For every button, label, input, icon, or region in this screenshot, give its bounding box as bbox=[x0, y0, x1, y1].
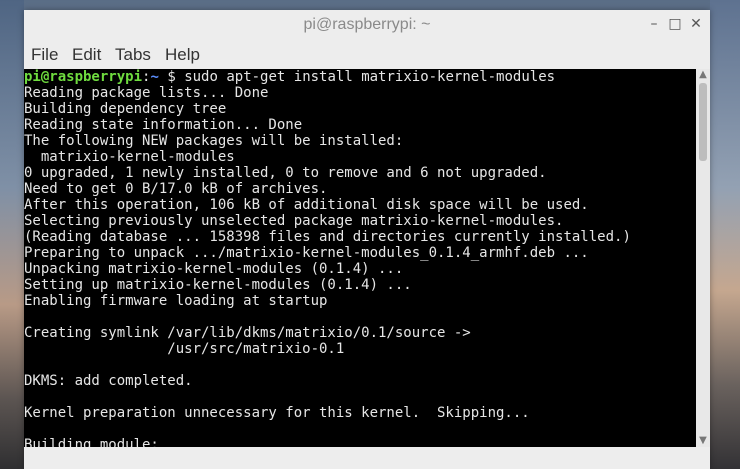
output-line: /usr/src/matrixio-0.1 bbox=[24, 341, 345, 357]
output-line: Building module: bbox=[24, 437, 159, 447]
minimize-icon[interactable]: – bbox=[646, 16, 662, 32]
output-line: Reading package lists... Done bbox=[24, 85, 269, 101]
window-title: pi@raspberrypi: ~ bbox=[303, 16, 431, 33]
menu-help[interactable]: Help bbox=[165, 45, 200, 65]
command-text: sudo apt-get install matrixio-kernel-mod… bbox=[184, 69, 556, 85]
prompt-user: pi@raspberrypi bbox=[24, 69, 143, 85]
desktop-background-right bbox=[710, 0, 740, 469]
output-line: DKMS: add completed. bbox=[24, 373, 193, 389]
output-line: Selecting previously unselected package … bbox=[24, 213, 564, 229]
prompt-symbol: $ bbox=[158, 69, 185, 85]
output-line: Unpacking matrixio-kernel-modules (0.1.4… bbox=[24, 261, 404, 277]
desktop-background-left bbox=[0, 0, 24, 469]
scrollbar-thumb[interactable] bbox=[699, 83, 707, 161]
output-line: Preparing to unpack .../matrixio-kernel-… bbox=[24, 245, 589, 261]
output-line: (Reading database ... 158398 files and d… bbox=[24, 229, 631, 245]
prompt-path: ~ bbox=[150, 69, 159, 85]
menu-bar: File Edit Tabs Help bbox=[24, 40, 710, 69]
menu-tabs[interactable]: Tabs bbox=[115, 45, 151, 65]
scroll-down-icon[interactable]: ▼ bbox=[696, 435, 710, 447]
title-bar[interactable]: pi@raspberrypi: ~ – □ ✕ bbox=[24, 10, 710, 40]
output-line: Building dependency tree bbox=[24, 101, 227, 117]
output-line: Enabling firmware loading at startup bbox=[24, 293, 328, 309]
output-line: Kernel preparation unnecessary for this … bbox=[24, 405, 530, 421]
command-line: pi@raspberrypi:~ $ sudo apt-get install … bbox=[24, 69, 555, 85]
output-line: After this operation, 106 kB of addition… bbox=[24, 197, 589, 213]
output-line: 0 upgraded, 1 newly installed, 0 to remo… bbox=[24, 165, 547, 181]
output-line: The following NEW packages will be insta… bbox=[24, 133, 404, 149]
output-line: matrixio-kernel-modules bbox=[24, 149, 235, 165]
output-line: Reading state information... Done bbox=[24, 117, 303, 133]
output-line: Creating symlink /var/lib/dkms/matrixio/… bbox=[24, 325, 471, 341]
terminal-window: pi@raspberrypi: ~ – □ ✕ File Edit Tabs H… bbox=[24, 10, 710, 469]
maximize-icon[interactable]: □ bbox=[667, 16, 683, 32]
terminal-output[interactable]: pi@raspberrypi:~ $ sudo apt-get install … bbox=[24, 69, 696, 447]
output-line: Need to get 0 B/17.0 kB of archives. bbox=[24, 181, 328, 197]
output-line: Setting up matrixio-kernel-modules (0.1.… bbox=[24, 277, 412, 293]
scroll-up-icon[interactable]: ▲ bbox=[696, 69, 710, 81]
close-icon[interactable]: ✕ bbox=[688, 16, 704, 32]
vertical-scrollbar[interactable]: ▲ ▼ bbox=[696, 69, 710, 447]
menu-edit[interactable]: Edit bbox=[72, 45, 101, 65]
menu-file[interactable]: File bbox=[31, 45, 58, 65]
